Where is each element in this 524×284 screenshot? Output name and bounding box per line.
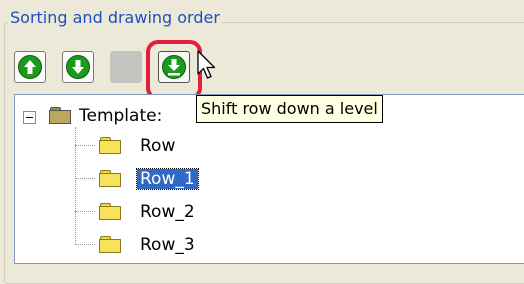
tooltip: Shift row down a level [196, 95, 383, 123]
folder-icon [99, 137, 121, 154]
tree-connector [75, 244, 95, 245]
tree-item-label: Row_2 [140, 202, 195, 222]
arrow-up-glyph [24, 60, 36, 74]
folder-icon [99, 236, 121, 253]
tree-connector [75, 178, 95, 179]
disabled-toolbar-button[interactable] [110, 51, 142, 83]
tree-connector [75, 145, 95, 146]
tree-root-label: Template: [79, 106, 163, 126]
template-folder-icon [49, 107, 71, 124]
tree-connector [75, 211, 95, 212]
highlight-ring [146, 40, 202, 100]
collapse-toggle-icon[interactable] [23, 111, 36, 124]
move-down-button[interactable] [62, 51, 94, 83]
arrow-down-glyph [72, 60, 84, 74]
group-title: Sorting and drawing order [8, 8, 222, 27]
tree-item-label: Row_3 [140, 235, 195, 255]
tree-item-label: Row [140, 136, 176, 156]
tree-item-label: Row_1 [136, 168, 199, 190]
folder-icon [99, 203, 121, 220]
folder-icon [99, 170, 121, 187]
mouse-cursor-icon [197, 50, 216, 79]
move-up-button[interactable] [14, 51, 46, 83]
